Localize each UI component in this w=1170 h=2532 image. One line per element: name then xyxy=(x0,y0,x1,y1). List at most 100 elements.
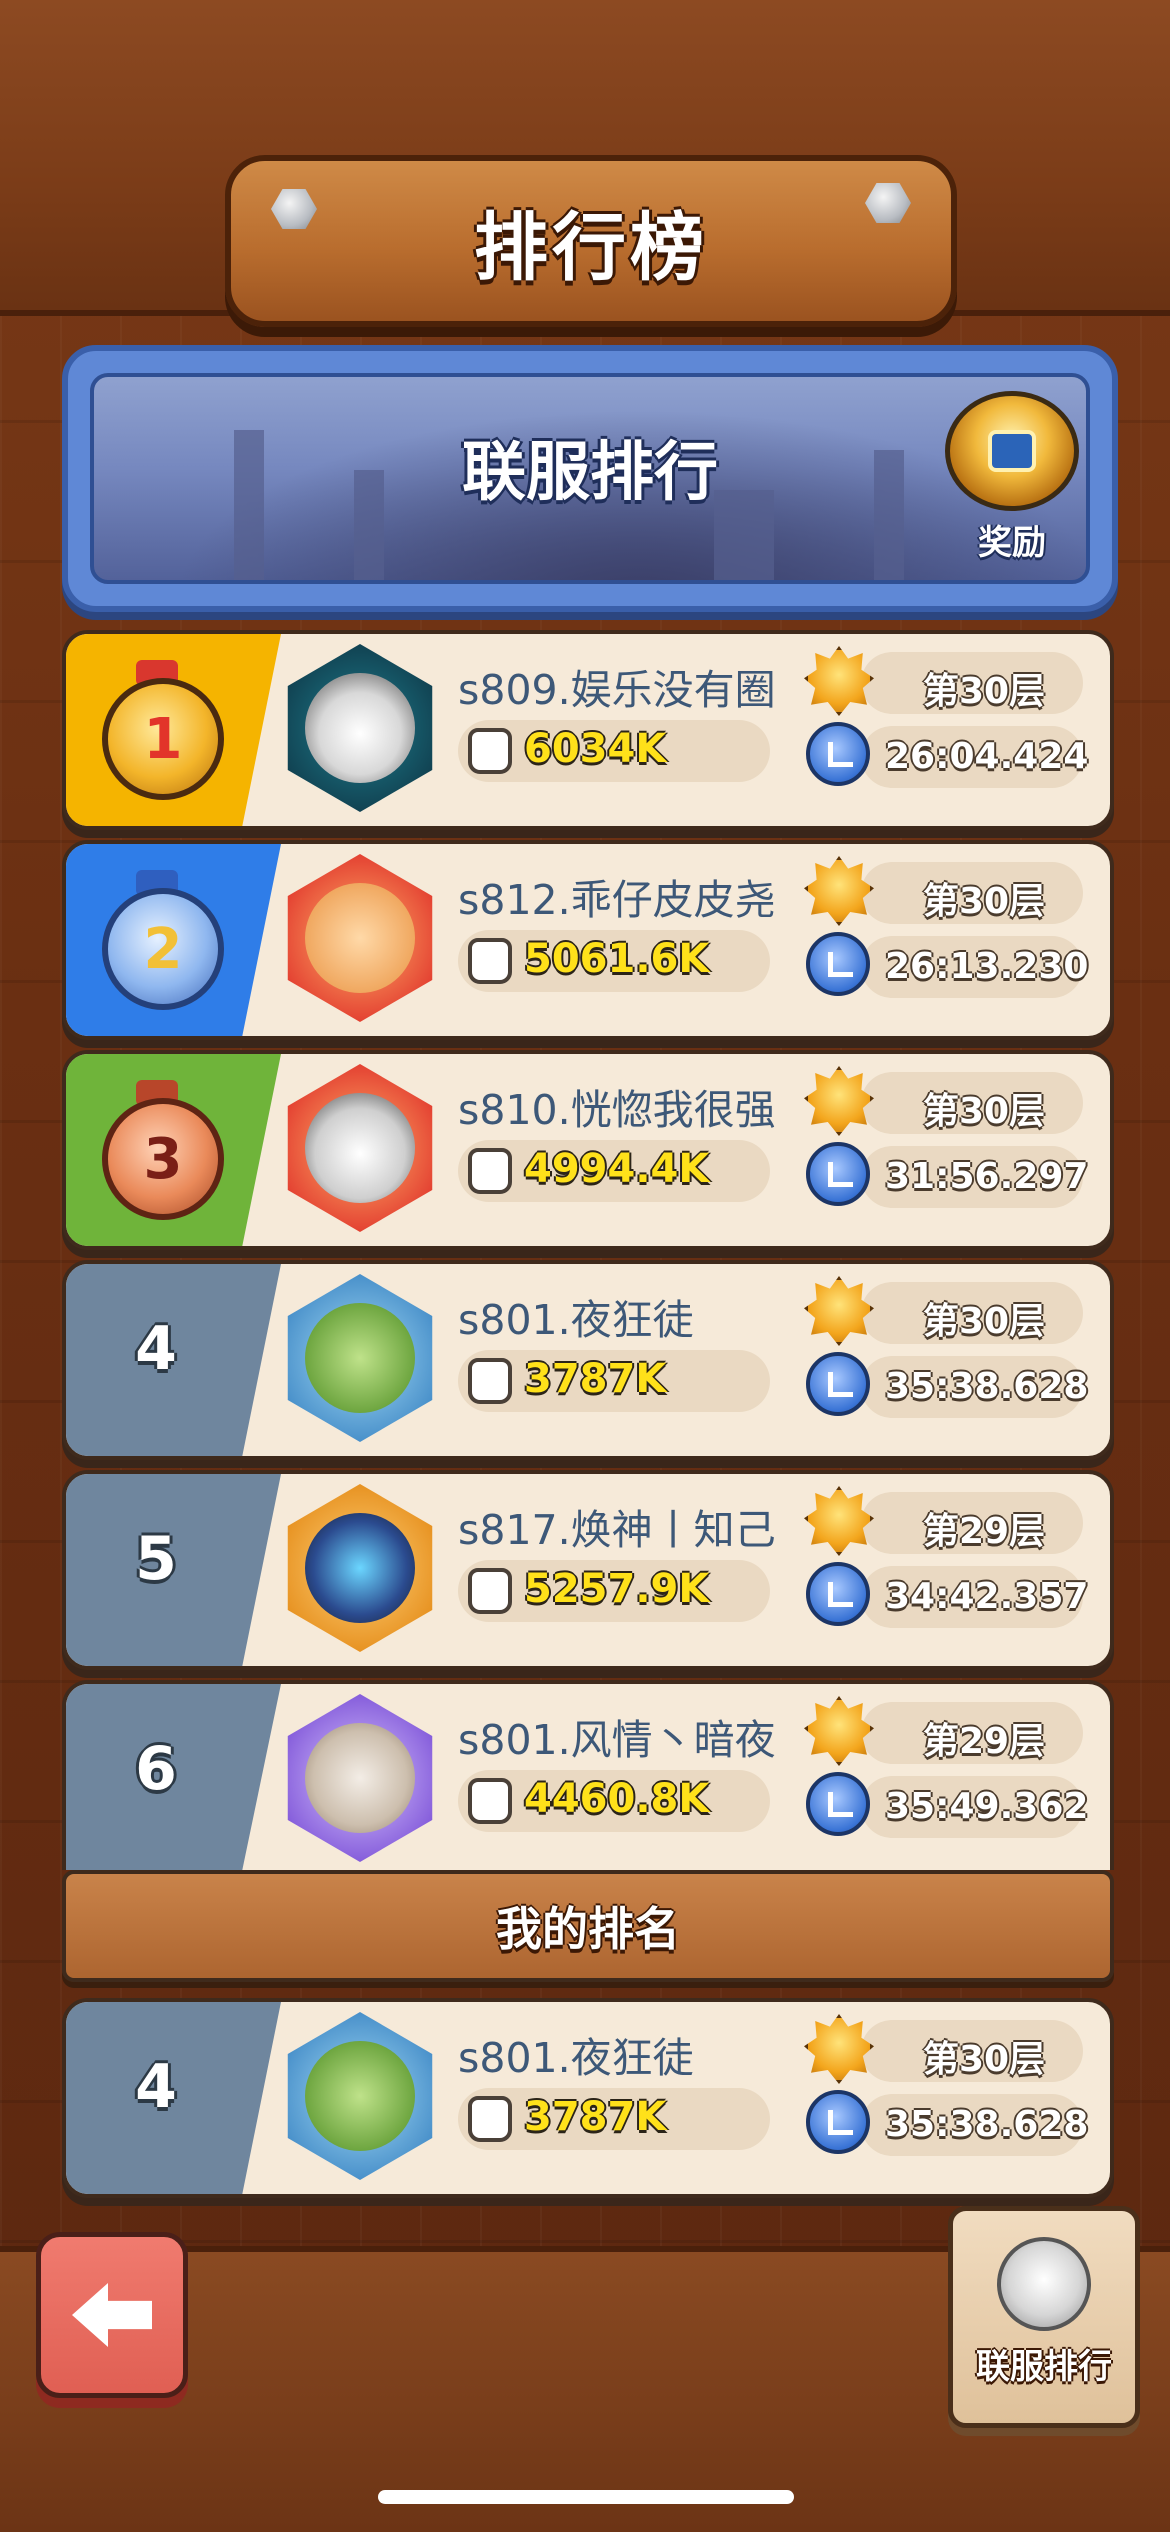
nail-icon xyxy=(865,183,911,223)
time-pill: 35:38.628 xyxy=(861,2094,1089,2156)
back-button[interactable] xyxy=(36,2232,188,2398)
time-pill: 34:42.357 xyxy=(861,1566,1089,1628)
avatar[interactable] xyxy=(287,1694,433,1862)
player-name: s809.娱乐没有圈 xyxy=(458,666,776,714)
floor-value: 第30层 xyxy=(922,2039,1046,2080)
home-indicator[interactable] xyxy=(378,2490,794,2504)
fist-icon xyxy=(464,724,516,778)
crown-badge-icon xyxy=(804,2014,874,2084)
ranking-row-5[interactable]: 5 s817.焕神丨知己 5257.9K 第29层 34:42.357 xyxy=(62,1470,1114,1670)
time-value: 31:56.297 xyxy=(885,1156,1089,1197)
server-ranking-banner: 联服排行 奖励 xyxy=(62,345,1118,612)
nail-icon xyxy=(271,189,317,229)
time-pill: 35:49.362 xyxy=(861,1776,1089,1838)
reward-label: 奖励 xyxy=(978,523,1046,563)
time-value: 35:38.628 xyxy=(885,2104,1089,2145)
floor-value: 第30层 xyxy=(922,1301,1046,1342)
treasure-chest-icon xyxy=(945,391,1079,511)
fist-icon xyxy=(464,1564,516,1618)
floor-value: 第30层 xyxy=(922,881,1046,922)
power-value: 6034K xyxy=(524,726,667,772)
floor-pill: 第30层 xyxy=(861,2020,1083,2082)
time-value: 35:38.628 xyxy=(885,1366,1089,1407)
crown-badge-icon xyxy=(804,1276,874,1346)
ranking-row-3[interactable]: 3 s810.恍惚我很强 4994.4K 第30层 31:56.297 xyxy=(62,1050,1114,1250)
crown-badge-icon xyxy=(804,1066,874,1136)
title-plank: 排行榜 xyxy=(225,155,957,327)
clock-icon xyxy=(806,2090,870,2154)
clock-icon xyxy=(806,1352,870,1416)
back-arrow-icon xyxy=(72,2283,152,2347)
fist-icon xyxy=(464,1774,516,1828)
fist-icon xyxy=(464,1144,516,1198)
clock-icon xyxy=(806,932,870,996)
rank-number: 4 xyxy=(135,1314,177,1384)
power-value: 3787K xyxy=(524,2094,667,2140)
power-value: 4994.4K xyxy=(524,1146,710,1192)
floor-pill: 第30层 xyxy=(861,1282,1083,1344)
player-name: s801.风情丶暗夜 xyxy=(458,1716,776,1764)
fist-icon xyxy=(464,1354,516,1408)
avatar[interactable] xyxy=(287,2012,433,2180)
floor-value: 第29层 xyxy=(922,1511,1046,1552)
silver-medal-icon: 2 xyxy=(98,870,224,1010)
floor-value: 第29层 xyxy=(922,1721,1046,1762)
power-value: 5257.9K xyxy=(524,1566,710,1612)
avatar[interactable] xyxy=(287,1064,433,1232)
ranking-row-2[interactable]: 2 s812.乖仔皮皮尧 5061.6K 第30层 26:13.230 xyxy=(62,840,1114,1040)
floor-pill: 第29层 xyxy=(861,1702,1083,1764)
power-pill: 5061.6K xyxy=(458,930,770,992)
floor-pill: 第30层 xyxy=(861,862,1083,924)
power-pill: 6034K xyxy=(458,720,770,782)
rank-number: 6 xyxy=(135,1734,177,1804)
power-value: 3787K xyxy=(524,1356,667,1402)
power-value: 4460.8K xyxy=(524,1776,710,1822)
player-name: s810.恍惚我很强 xyxy=(458,1086,776,1134)
page-title: 排行榜 xyxy=(474,204,708,291)
floor-pill: 第30层 xyxy=(861,652,1083,714)
avatar[interactable] xyxy=(287,644,433,812)
server-ranking-button[interactable]: 联服排行 xyxy=(948,2206,1140,2428)
clock-icon xyxy=(806,1142,870,1206)
ranking-row-1[interactable]: 1 s809.娱乐没有圈 6034K 第30层 26:04.424 xyxy=(62,630,1114,830)
my-ranking-row[interactable]: 4 s801.夜狂徒 3787K 第30层 35:38.628 xyxy=(62,1998,1114,2198)
bronze-medal-icon: 3 xyxy=(98,1080,224,1220)
floor-pill: 第29层 xyxy=(861,1492,1083,1554)
power-pill: 3787K xyxy=(458,1350,770,1412)
player-name: s817.焕神丨知己 xyxy=(458,1506,776,1554)
time-value: 35:49.362 xyxy=(885,1786,1089,1827)
power-pill: 4994.4K xyxy=(458,1140,770,1202)
time-value: 34:42.357 xyxy=(885,1576,1089,1617)
clock-icon xyxy=(806,1772,870,1836)
avatar[interactable] xyxy=(287,1484,433,1652)
player-name: s801.夜狂徒 xyxy=(458,1296,694,1344)
floor-value: 第30层 xyxy=(922,1091,1046,1132)
floor-value: 第30层 xyxy=(922,671,1046,712)
floor-pill: 第30层 xyxy=(861,1072,1083,1134)
power-pill: 3787K xyxy=(458,2088,770,2150)
crown-badge-icon xyxy=(804,1696,874,1766)
my-rank-header: 我的排名 xyxy=(62,1870,1114,1982)
gold-medal-icon: 1 xyxy=(98,660,224,800)
clock-icon xyxy=(806,1562,870,1626)
ranking-row-4[interactable]: 4 s801.夜狂徒 3787K 第30层 35:38.628 xyxy=(62,1260,1114,1460)
fist-icon xyxy=(464,934,516,988)
reward-button[interactable]: 奖励 xyxy=(942,391,1082,563)
time-pill: 26:04.424 xyxy=(861,726,1089,788)
clock-icon xyxy=(806,722,870,786)
time-value: 26:04.424 xyxy=(885,736,1089,777)
power-pill: 4460.8K xyxy=(458,1770,770,1832)
avatar[interactable] xyxy=(287,1274,433,1442)
rank-number: 4 xyxy=(135,2052,177,2122)
avatar[interactable] xyxy=(287,854,433,1022)
time-pill: 35:38.628 xyxy=(861,1356,1089,1418)
power-value: 5061.6K xyxy=(524,936,710,982)
rank-number: 5 xyxy=(135,1524,177,1594)
server-ranking-label: 联服排行 xyxy=(976,2347,1112,2387)
crown-badge-icon xyxy=(804,856,874,926)
time-value: 26:13.230 xyxy=(885,946,1089,987)
power-pill: 5257.9K xyxy=(458,1560,770,1622)
ranking-row-6[interactable]: 6 s801.风情丶暗夜 4460.8K 第29层 35:49.362 xyxy=(62,1680,1114,1870)
player-name: s801.夜狂徒 xyxy=(458,2034,694,2082)
server-ranking-icon xyxy=(997,2237,1091,2331)
